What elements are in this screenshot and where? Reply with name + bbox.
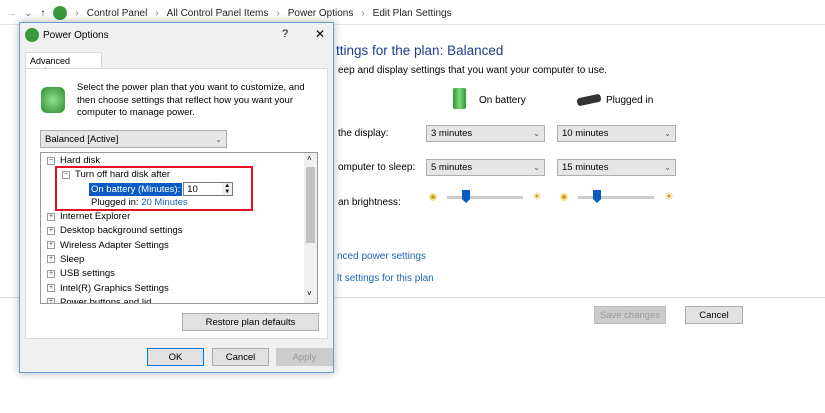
scroll-down-icon[interactable]: ˅ — [307, 289, 312, 298]
tree-item[interactable]: + USB settings — [47, 268, 115, 279]
brightness-label: an brightness: — [338, 197, 401, 208]
breadcrumb-edit-plan[interactable]: Edit Plan Settings — [373, 8, 452, 19]
description: Select the power plan that you want to c… — [77, 82, 317, 120]
tree-label: USB settings — [60, 268, 115, 279]
apply-button: Apply — [276, 348, 333, 366]
chevron-down-icon: ⌄ — [664, 129, 671, 138]
brightness-battery-slider[interactable] — [462, 190, 470, 203]
expand-icon[interactable]: + — [47, 298, 55, 304]
brightness-battery-track[interactable] — [447, 196, 523, 199]
tree-item[interactable]: + Internet Explorer — [47, 211, 130, 222]
expand-icon[interactable]: + — [47, 255, 55, 263]
scrollbar[interactable]: ˄ ˅ — [304, 153, 317, 303]
restore-defaults-link[interactable]: lt settings for this plan — [337, 273, 434, 284]
plug-icon — [576, 94, 601, 107]
save-changes-button[interactable]: Save changes — [594, 306, 666, 324]
scrollbar-thumb[interactable] — [306, 167, 315, 243]
sleep-label: omputer to sleep: — [338, 162, 415, 173]
bright-icon: ☀ — [664, 190, 674, 203]
restore-plan-defaults-button[interactable]: Restore plan defaults — [182, 313, 319, 331]
expand-icon[interactable]: + — [47, 241, 55, 249]
expand-icon[interactable]: + — [47, 227, 55, 235]
collapse-icon[interactable]: − — [47, 157, 55, 165]
breadcrumb-all-items[interactable]: All Control Panel Items — [167, 8, 269, 19]
address-bar: → ⌄ ↑ › Control Panel › All Control Pane… — [0, 5, 460, 21]
tree-label: Internet Explorer — [60, 211, 130, 222]
bright-icon: ☀ — [532, 190, 542, 203]
brightness-plugged-track[interactable] — [578, 196, 654, 199]
tree-label: Wireless Adapter Settings — [60, 240, 169, 251]
chevron-down-icon: ⌄ — [533, 163, 540, 172]
page-subtitle: eep and display settings that you want y… — [338, 65, 607, 76]
forward-icon[interactable]: → — [6, 8, 16, 19]
brightness-plugged-slider[interactable] — [593, 190, 601, 203]
tree-item[interactable]: + Wireless Adapter Settings — [47, 240, 169, 251]
tree-item[interactable]: + Intel(R) Graphics Settings — [47, 283, 169, 294]
tree-label: Sleep — [60, 254, 84, 265]
tree-label: Hard disk — [60, 155, 100, 166]
tree-label: Intel(R) Graphics Settings — [60, 283, 169, 294]
select-value: 5 minutes — [431, 162, 472, 173]
recent-dropdown-icon[interactable]: ⌄ — [24, 8, 32, 19]
power-options-icon — [25, 28, 39, 42]
chevron-icon: › — [75, 8, 78, 19]
tree-item[interactable]: + Power buttons and lid — [47, 297, 151, 304]
highlight-box — [55, 166, 253, 211]
help-button[interactable]: ? — [282, 28, 288, 40]
tree-item[interactable]: + Sleep — [47, 254, 84, 265]
power-options-dialog: Power Options ? ✕ Advanced settings Sele… — [19, 22, 334, 373]
ok-button[interactable]: OK — [147, 348, 204, 366]
close-button[interactable]: ✕ — [315, 27, 325, 41]
chevron-down-icon: ⌄ — [533, 129, 540, 138]
expand-icon[interactable]: + — [47, 270, 55, 278]
advanced-settings-link[interactable]: nced power settings — [337, 251, 426, 262]
select-value: Balanced [Active] — [45, 134, 118, 145]
col-plugged-in: Plugged in — [606, 95, 653, 106]
dim-icon — [560, 193, 568, 201]
display-plugged-select[interactable]: 10 minutes ⌄ — [557, 125, 676, 142]
plan-select[interactable]: Balanced [Active] ⌄ — [40, 130, 227, 148]
select-value: 10 minutes — [562, 128, 608, 139]
display-battery-select[interactable]: 3 minutes ⌄ — [426, 125, 545, 142]
select-value: 3 minutes — [431, 128, 472, 139]
dim-icon — [429, 193, 437, 201]
chevron-icon: › — [361, 8, 364, 19]
battery-icon — [453, 88, 466, 109]
chevron-icon: › — [155, 8, 158, 19]
power-options-icon — [53, 6, 67, 20]
tree-item[interactable]: + Desktop background settings — [47, 225, 183, 236]
col-on-battery: On battery — [479, 95, 526, 106]
tree-label: Power buttons and lid — [60, 297, 151, 304]
cancel-button[interactable]: Cancel — [685, 306, 743, 324]
up-icon[interactable]: ↑ — [40, 8, 45, 19]
sleep-battery-select[interactable]: 5 minutes ⌄ — [426, 159, 545, 176]
expand-icon[interactable]: + — [47, 284, 55, 292]
select-value: 15 minutes — [562, 162, 608, 173]
sleep-plugged-select[interactable]: 15 minutes ⌄ — [557, 159, 676, 176]
expand-icon[interactable]: + — [47, 213, 55, 221]
chevron-down-icon: ⌄ — [215, 135, 222, 144]
scroll-up-icon[interactable]: ˄ — [307, 154, 312, 163]
tree-label: Desktop background settings — [60, 225, 183, 236]
breadcrumb-power-options[interactable]: Power Options — [288, 8, 354, 19]
chevron-down-icon: ⌄ — [664, 163, 671, 172]
tab-advanced-settings[interactable]: Advanced settings — [25, 52, 102, 69]
tree-hard-disk[interactable]: −Hard disk — [47, 155, 100, 166]
display-label: the display: — [338, 128, 389, 139]
chevron-icon: › — [276, 8, 279, 19]
dialog-title: Power Options — [43, 30, 109, 41]
power-plan-icon — [41, 87, 65, 113]
page-title: ttings for the plan: Balanced — [336, 43, 503, 58]
cancel-button[interactable]: Cancel — [212, 348, 269, 366]
breadcrumb-control-panel[interactable]: Control Panel — [87, 8, 148, 19]
